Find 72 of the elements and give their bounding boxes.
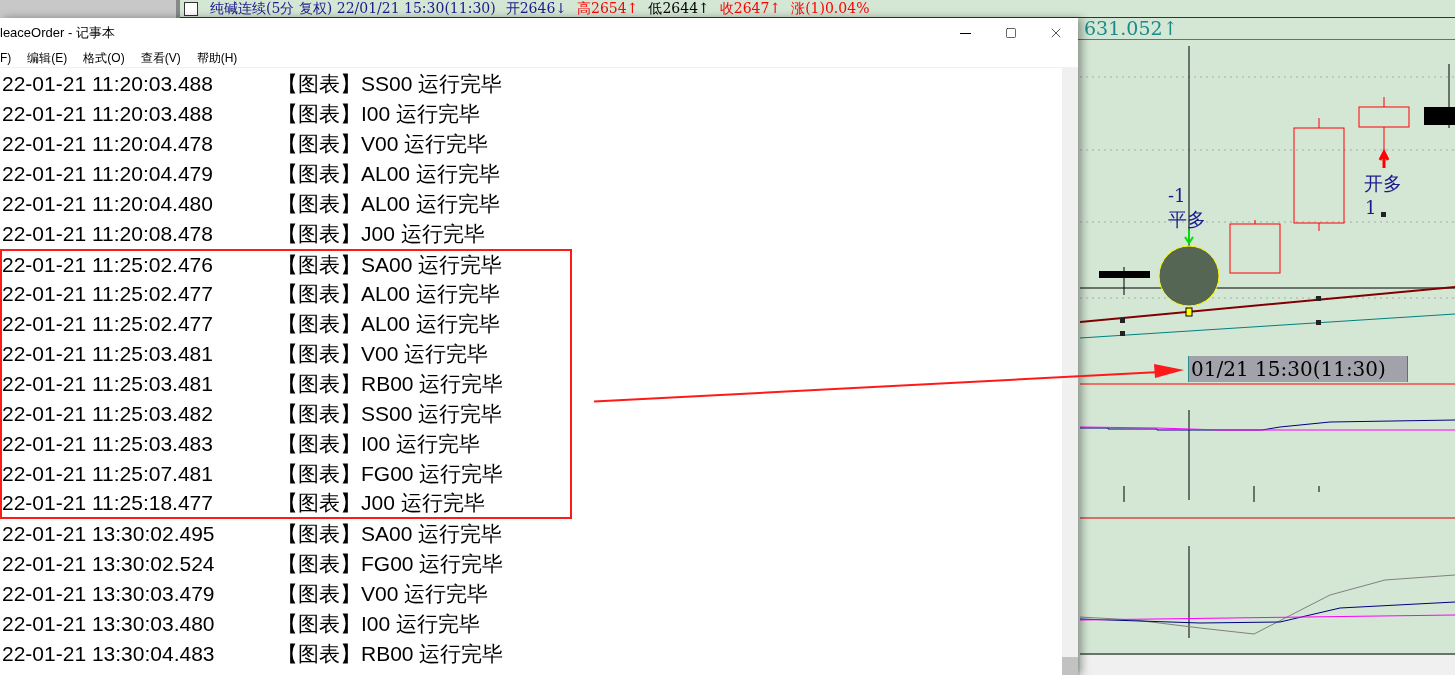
log-message: 【图表】J00 运行完毕 [277,221,485,248]
log-message: 【图表】I00 运行完毕 [277,611,481,638]
quote-text: 开2646↓ [505,0,568,17]
quote-text: 涨(1)0.04% [791,0,870,17]
quote-text: 收2647↑ [719,0,782,17]
log-timestamp: 22-01-21 11:25:03.482 [2,401,214,428]
point-marker [1120,331,1125,336]
log-timestamp: 22-01-21 11:25:18.477 [2,490,214,517]
log-timestamp: 22-01-21 11:20:08.478 [2,221,214,248]
scrollbar-thumb[interactable] [1062,657,1078,675]
candlestick [1358,96,1410,151]
log-timestamp: 22-01-21 13:30:02.495 [2,521,216,548]
position-quantity: 1 [1365,197,1377,218]
log-message: 【图表】J00 运行完毕 [277,490,485,517]
log-message: 【图表】V00 运行完毕 [277,581,489,608]
log-timestamp: 22-01-21 11:25:07.481 [2,461,214,488]
maximize-icon [1004,27,1017,39]
down-arrow-icon [1184,229,1194,245]
log-timestamp: 22-01-21 11:25:02.476 [2,252,214,279]
log-message: 【图表】FG00 运行完毕 [277,551,504,578]
log-message: 【图表】V00 运行完毕 [277,341,489,368]
candlestick [1229,219,1281,274]
log-message: 【图表】SA00 运行完毕 [277,521,503,548]
open-long-label: 开多 [1364,173,1402,194]
log-timestamp: 22-01-21 11:20:04.478 [2,131,214,158]
log-timestamp: 22-01-21 11:25:02.477 [2,281,214,308]
log-timestamp: 22-01-21 11:20:03.488 [2,101,214,128]
quote-text: 高2654↑ [577,0,639,17]
crosshair-time-label: 01/21 15:30(11:30) [1188,356,1408,382]
menu-item[interactable]: F) [0,48,12,67]
quote-text: 低2644↑ [648,0,710,17]
log-timestamp: 22-01-21 13:30:04.483 [2,641,216,668]
cursor-marker [1158,245,1220,307]
point-marker [1381,212,1386,217]
minimize-icon [960,32,971,34]
log-message: 【图表】I00 运行完毕 [277,101,481,128]
point-marker [1316,320,1321,325]
log-timestamp: 22-01-21 11:25:03.481 [2,371,214,398]
log-message: 【图表】AL00 运行完毕 [277,161,500,188]
log-timestamp: 22-01-21 13:30:02.524 [2,551,216,578]
log-message: 【图表】AL00 运行完毕 [277,281,500,308]
candlestick [1424,63,1455,129]
log-timestamp: 22-01-21 13:30:03.480 [2,611,216,638]
log-message: 【图表】SS00 运行完毕 [277,401,503,428]
log-message: 【图表】SS00 运行完毕 [277,71,503,98]
log-timestamp: 22-01-21 11:25:02.477 [2,311,214,338]
log-message: 【图表】AL00 运行完毕 [277,191,500,218]
log-message: 【图表】AL00 运行完毕 [277,311,500,338]
log-message: 【图表】V00 运行完毕 [277,131,489,158]
point-marker [1316,296,1321,301]
log-timestamp: 22-01-21 11:25:03.483 [2,431,214,458]
log-message: 【图表】RB00 运行完毕 [277,371,504,398]
point-marker [1120,318,1125,323]
log-timestamp: 22-01-21 11:25:03.481 [2,341,214,368]
quote-text: 纯碱连续(5分 复权) 22/01/21 15:30(11:30) [210,0,496,17]
log-message: 【图表】RB00 运行完毕 [277,641,504,668]
menu-item[interactable]: 查看(V) [140,48,181,67]
anchor-handle[interactable] [1185,307,1193,317]
quote-value: 631.052↑ [1084,16,1179,42]
log-timestamp: 22-01-21 11:20:03.488 [2,71,214,98]
log-timestamp: 22-01-21 11:20:04.480 [2,191,214,218]
log-timestamp: 22-01-21 11:20:04.479 [2,161,214,188]
log-timestamp: 22-01-21 13:30:03.479 [2,581,216,608]
menu-item[interactable]: 格式(O) [83,48,125,67]
up-arrow-icon [1378,148,1390,170]
menu-item[interactable]: 帮助(H) [196,48,238,67]
window-title: leaceOrder - 记事本 [0,24,115,43]
menu-item[interactable]: 编辑(E) [27,48,68,67]
log-message: 【图表】FG00 运行完毕 [277,461,504,488]
log-message: 【图表】I00 运行完毕 [277,431,481,458]
log-message: 【图表】SA00 运行完毕 [277,252,503,279]
position-quantity: -1 [1168,185,1186,206]
